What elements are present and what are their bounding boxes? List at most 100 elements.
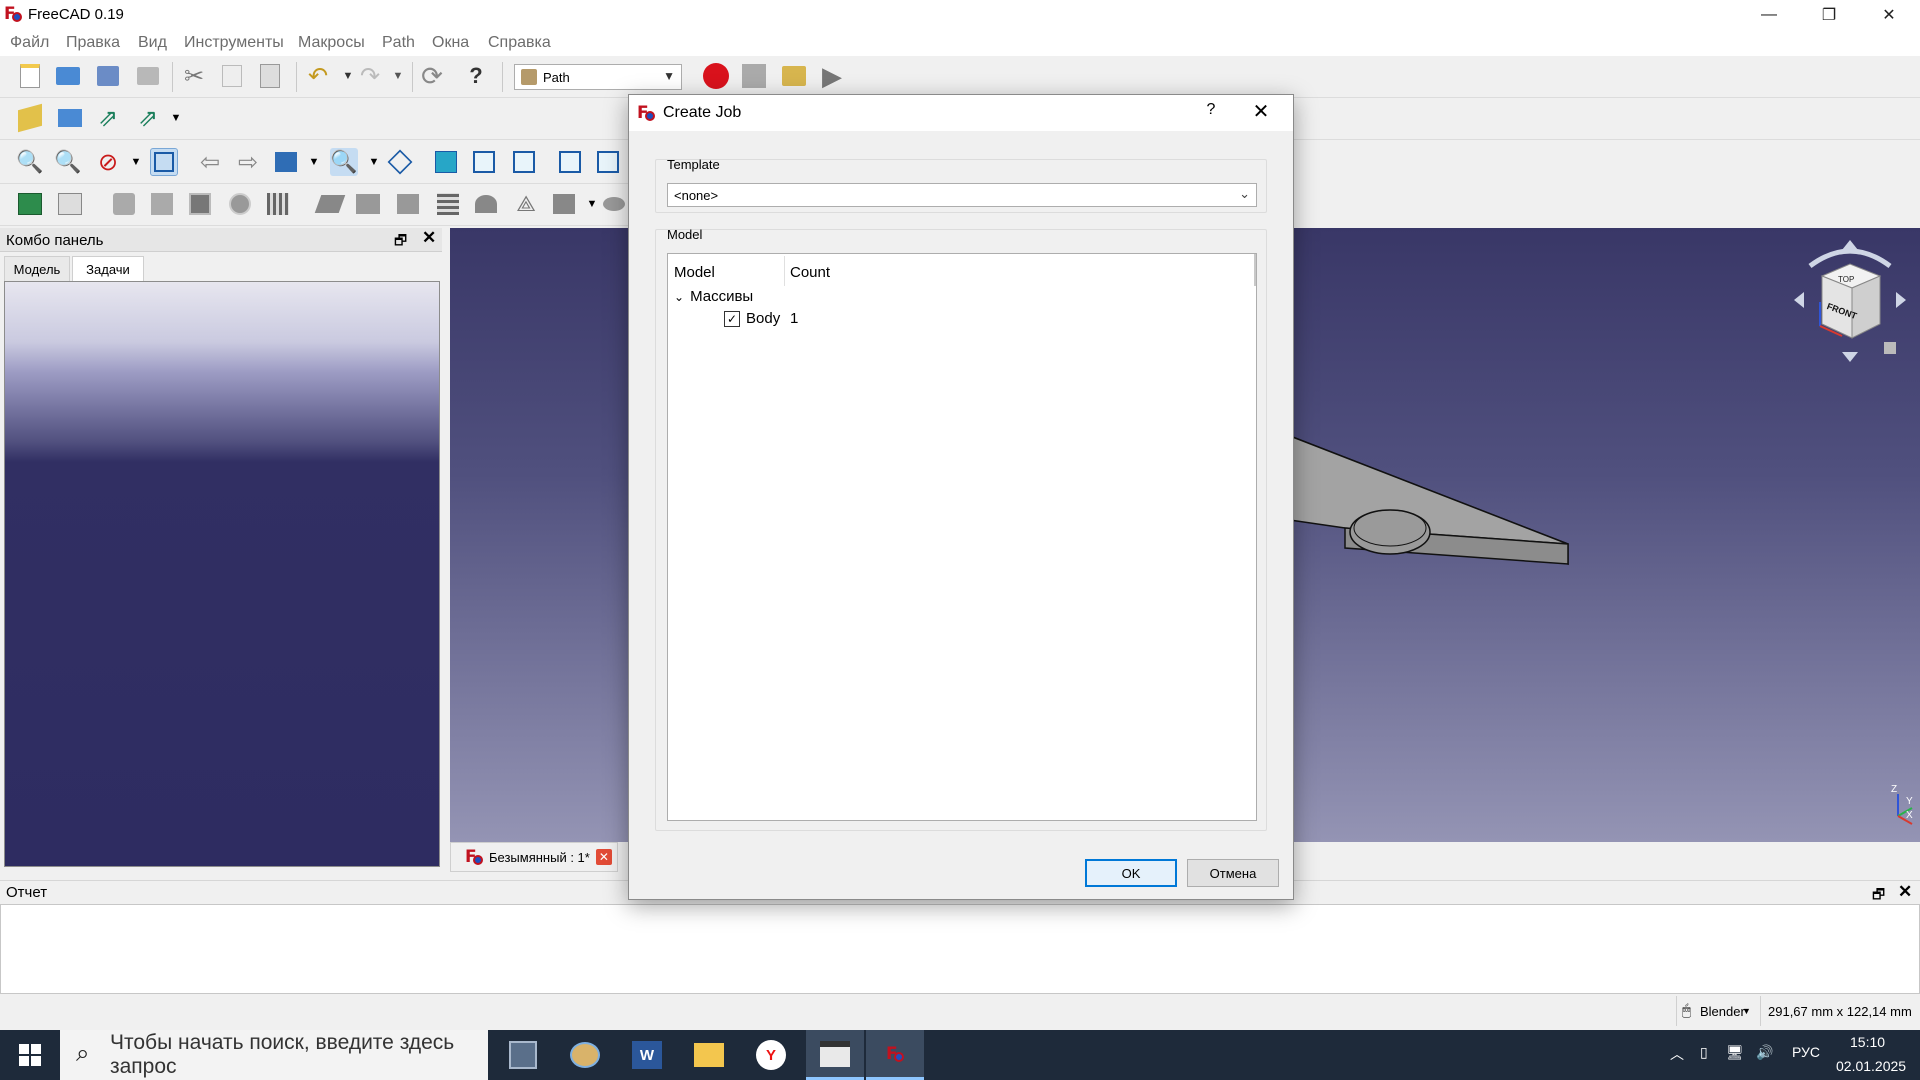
face-icon[interactable] [314,190,346,218]
close-document-icon[interactable]: ✕ [595,849,612,865]
profile-icon[interactable] [110,190,138,218]
nav-right-arrow[interactable] [1896,292,1906,308]
forward-icon[interactable]: ⇨ [234,148,262,176]
column-header-model[interactable]: Model [674,264,715,281]
stop-macro-icon[interactable] [740,62,768,90]
redo-dropdown-icon[interactable]: ▼ [384,62,412,90]
fit-all-icon[interactable]: 🔍 [16,148,44,176]
navigation-style[interactable]: Blender [1700,1004,1745,1019]
workbench-selector[interactable]: Path ▼ [514,64,682,90]
freecad-app-icon[interactable]: F [866,1030,924,1080]
body-checkbox[interactable]: ✓ [724,310,740,327]
menu-view[interactable]: Вид [138,34,167,52]
menu-tools[interactable]: Инструменты [184,34,284,52]
right-view-icon[interactable] [510,148,538,176]
slot-icon[interactable] [354,190,382,218]
rear-view-icon[interactable] [556,148,584,176]
usb-icon[interactable]: ▯ [1700,1044,1708,1061]
start-button[interactable] [0,1030,60,1080]
open-folder-icon[interactable] [54,62,82,90]
tree-item-row[interactable]: ✓ Body [724,310,780,327]
part-icon[interactable] [16,103,44,133]
network-icon[interactable]: 🖥 [1726,1044,1744,1061]
record-macro-icon[interactable] [702,62,730,90]
volume-icon[interactable]: 🔊 [1756,1044,1773,1061]
whats-this-icon[interactable]: ? [462,62,490,90]
pocket-icon[interactable] [186,190,214,218]
menu-path[interactable]: Path [382,34,415,52]
close-window-button[interactable]: ✕ [1860,0,1918,30]
menu-help[interactable]: Справка [488,34,551,52]
sync-view-icon[interactable] [272,148,300,176]
bottom-view-icon[interactable] [594,148,622,176]
new-document-icon[interactable] [16,62,44,90]
menu-windows[interactable]: Окна [432,34,469,52]
waterline-icon[interactable] [472,190,500,218]
save-as-icon[interactable] [134,62,162,90]
surface-icon[interactable] [434,190,462,218]
helix-icon[interactable] [264,190,292,218]
dialog-close-button[interactable]: ✕ [1247,99,1275,124]
tree-item-count[interactable]: 1 [790,310,798,327]
group-folder-icon[interactable] [56,104,84,132]
close-panel-icon[interactable]: ✕ [422,228,436,248]
nav-down-arrow[interactable] [1842,352,1858,362]
sync-dropdown-icon[interactable]: ▼ [300,148,328,176]
isometric-view-icon[interactable] [386,148,414,176]
edit-macro-icon[interactable] [780,62,808,90]
taskbar-search[interactable]: ⌕ Чтобы начать поиск, введите здесь запр… [60,1030,488,1080]
adaptive-icon[interactable] [394,190,422,218]
drilling-icon[interactable] [226,190,254,218]
link-dropdown-icon[interactable]: ▼ [162,104,190,132]
link-actions-icon[interactable]: ⇗ [134,104,162,132]
draw-style-dropdown-icon[interactable]: ▼ [122,148,150,176]
word-app-icon[interactable]: W [618,1030,676,1080]
nav-style-dropdown-icon[interactable]: ▼ [1742,1006,1751,1016]
run-macro-icon[interactable]: ▶ [818,61,846,91]
close-report-icon[interactable]: ✕ [1898,882,1912,902]
float-panel-icon[interactable]: 🗗 [394,230,407,254]
calculator-app-icon[interactable] [494,1030,552,1080]
draw-style-icon[interactable]: ⊘ [94,148,122,176]
ok-button[interactable]: OK [1085,859,1177,887]
top-view-icon[interactable] [470,148,498,176]
fit-selection-icon[interactable]: 🔍 [54,148,82,176]
link-icon[interactable]: ⇗ [94,104,122,132]
refresh-icon[interactable]: ⟳ [418,61,446,91]
tree-group-row[interactable]: ⌄ Массивы [674,288,753,305]
explorer-app-icon[interactable] [680,1030,738,1080]
bounding-box-icon[interactable] [150,148,178,176]
menu-file[interactable]: Файл [10,34,49,52]
clapper-app-icon[interactable] [806,1030,864,1080]
save-icon[interactable] [94,62,122,90]
nav-left-arrow[interactable] [1794,292,1804,308]
paint-app-icon[interactable] [556,1030,614,1080]
job-icon[interactable] [16,190,44,218]
undo-icon[interactable]: ↶ [304,62,332,90]
tab-tasks[interactable]: Задачи [72,256,144,281]
scrollbar[interactable] [1254,254,1256,286]
copy-icon[interactable] [218,62,246,90]
contour-icon[interactable] [148,190,176,218]
dialog-help-button[interactable]: ? [1197,101,1225,119]
menu-macros[interactable]: Макросы [298,34,365,52]
engrave-icon[interactable]: ⟁ [512,190,540,218]
minimize-button[interactable]: — [1740,0,1798,30]
menu-edit[interactable]: Правка [66,34,120,52]
language-indicator[interactable]: РУС [1792,1044,1820,1060]
cut-icon[interactable]: ✂ [180,62,208,90]
redo-icon[interactable]: ↷ [356,62,384,90]
model-tree[interactable]: Model Count ⌄ Массивы ✓ Body 1 [667,253,1257,821]
navigation-cube[interactable]: TOP FRONT [1790,236,1910,366]
front-view-icon[interactable] [432,148,460,176]
chevron-down-icon[interactable]: ⌄ [674,290,684,304]
yandex-app-icon[interactable]: Y [742,1030,800,1080]
back-icon[interactable]: ⇦ [196,148,224,176]
std-views-dropdown-icon[interactable]: ▼ [360,148,388,176]
vcarve-icon[interactable] [550,190,578,218]
std-views-icon[interactable]: 🔍 [330,148,358,176]
deburr-icon[interactable] [600,190,628,218]
tray-expand-icon[interactable]: ︿ [1670,1044,1684,1064]
clock-time[interactable]: 15:10 [1850,1034,1885,1050]
tab-model[interactable]: Модель [4,256,70,281]
